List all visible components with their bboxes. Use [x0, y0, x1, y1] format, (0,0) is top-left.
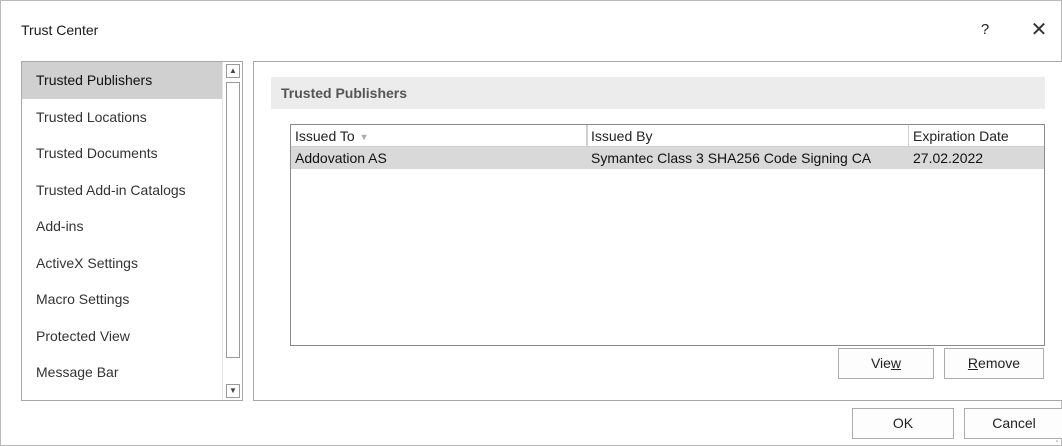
nav-scrollbar[interactable]: ▲ ▼ [222, 62, 242, 400]
nav-item-add-ins[interactable]: Add-ins [22, 208, 222, 245]
close-button[interactable]: ✕ [1023, 15, 1055, 45]
remove-button[interactable]: Remove [944, 348, 1044, 379]
nav-item-trusted-publishers[interactable]: Trusted Publishers [22, 62, 222, 99]
category-list: Trusted Publishers Trusted Locations Tru… [22, 62, 222, 401]
cell-issued-by: Symantec Class 3 SHA256 Code Signing CA [591, 150, 872, 166]
cell-expiration-date: 27.02.2022 [913, 150, 984, 166]
resize-grip-icon[interactable] [1051, 435, 1059, 443]
cancel-button[interactable]: Cancel [964, 408, 1062, 439]
column-header-issued-by[interactable]: Issued By [586, 125, 909, 147]
table-row[interactable]: Addovation AS Symantec Class 3 SHA256 Co… [291, 147, 1044, 169]
nav-item-message-bar[interactable]: Message Bar [22, 354, 222, 391]
section-title: Trusted Publishers [281, 85, 408, 101]
dialog-title: Trust Center [21, 22, 99, 38]
column-header-expiration-date[interactable]: Expiration Date [908, 125, 1045, 147]
column-label-issued-to: Issued To [295, 128, 355, 144]
nav-item-trusted-documents[interactable]: Trusted Documents [22, 135, 222, 172]
scroll-thumb[interactable] [226, 82, 240, 358]
nav-item-macro-settings[interactable]: Macro Settings [22, 281, 222, 318]
cell-issued-to: Addovation AS [295, 150, 387, 166]
column-header-issued-to[interactable]: Issued To ▼ [291, 125, 588, 147]
trust-center-dialog: Trust Center ? ✕ Trusted Publishers Trus… [0, 0, 1062, 446]
sort-desc-icon: ▼ [359, 132, 369, 142]
content-panel: Trusted Publishers Issued To ▼ Issued By … [253, 61, 1062, 401]
ok-button[interactable]: OK [852, 408, 954, 439]
nav-item-file-block-settings[interactable]: File Block Settings [22, 391, 222, 401]
scroll-up-icon[interactable]: ▲ [226, 64, 240, 78]
nav-item-trusted-locations[interactable]: Trusted Locations [22, 99, 222, 136]
category-nav: Trusted Publishers Trusted Locations Tru… [21, 61, 243, 401]
table-header: Issued To ▼ Issued By Expiration Date [291, 125, 1044, 147]
view-button-accel: w [890, 355, 902, 371]
view-button-label: Vie [870, 355, 891, 371]
nav-item-trusted-add-in-catalogs[interactable]: Trusted Add-in Catalogs [22, 172, 222, 209]
nav-item-activex-settings[interactable]: ActiveX Settings [22, 245, 222, 282]
remove-button-accel: R [967, 355, 979, 371]
publishers-table: Issued To ▼ Issued By Expiration Date Add… [290, 124, 1045, 346]
help-button[interactable]: ? [971, 16, 999, 44]
nav-item-protected-view[interactable]: Protected View [22, 318, 222, 355]
section-header: Trusted Publishers [271, 77, 1045, 109]
title-bar: Trust Center ? ✕ [1, 1, 1061, 57]
scroll-down-icon[interactable]: ▼ [226, 384, 240, 398]
view-button[interactable]: View [838, 348, 934, 379]
remove-button-label: emove [978, 355, 1021, 371]
